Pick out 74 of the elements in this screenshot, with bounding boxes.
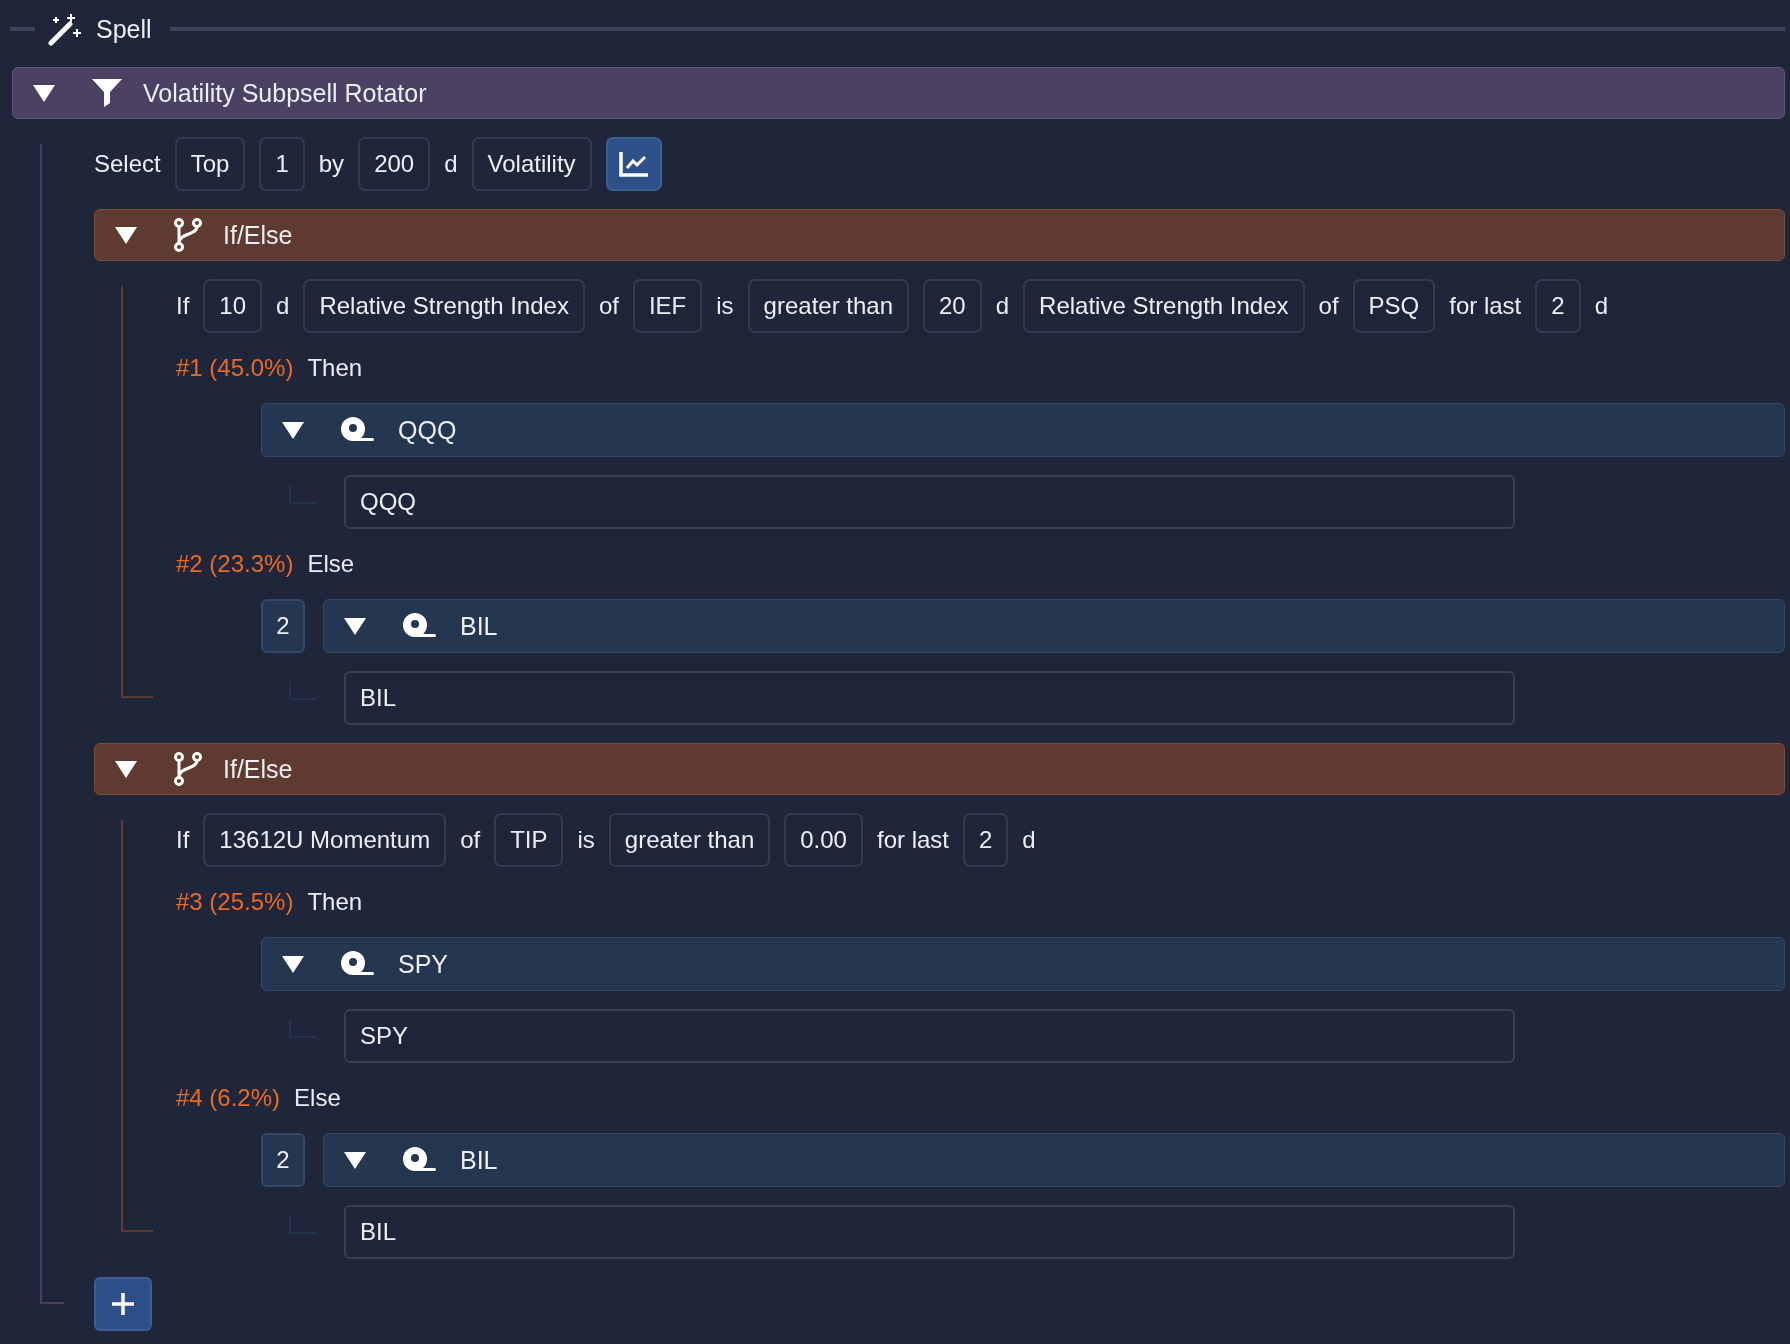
- funnel-icon: [91, 78, 123, 108]
- weight-field[interactable]: 2: [261, 599, 305, 653]
- parameter-field[interactable]: greater than: [747, 279, 909, 333]
- branch-icon: [173, 752, 203, 786]
- parameter-field[interactable]: 13612U Momentum: [203, 813, 447, 867]
- condition-word: d: [276, 292, 290, 320]
- parameter-field[interactable]: 10: [203, 279, 263, 333]
- condition-word: Select: [94, 150, 161, 178]
- asset-title: BIL: [460, 1145, 498, 1175]
- add-button[interactable]: [94, 1277, 152, 1331]
- asset-title: SPY: [398, 949, 449, 979]
- ticker-field[interactable]: BIL: [344, 1205, 1515, 1259]
- branch-label: Else: [307, 550, 355, 578]
- ticker-field[interactable]: BIL: [344, 671, 1515, 725]
- condition-word: If: [176, 292, 190, 320]
- parameter-field[interactable]: greater than: [608, 813, 771, 867]
- condition-word: d: [444, 150, 458, 178]
- branch-weight-label: #3 (25.5%): [176, 888, 294, 916]
- condition-word: is: [716, 292, 734, 320]
- parameter-field[interactable]: Relative Strength Index: [303, 279, 585, 333]
- branch-label: Then: [307, 354, 363, 382]
- ticker-field[interactable]: QQQ: [344, 475, 1515, 529]
- condition-word: If: [176, 826, 190, 854]
- parameter-field[interactable]: Relative Strength Index: [1023, 279, 1305, 333]
- caret-icon[interactable]: [31, 82, 57, 104]
- ticker-field[interactable]: SPY: [344, 1009, 1515, 1063]
- condition-word: of: [460, 826, 481, 854]
- condition-word: of: [598, 292, 619, 320]
- parameter-field[interactable]: TIP: [494, 813, 564, 867]
- condition-word: of: [1318, 292, 1339, 320]
- condition-word: by: [318, 150, 345, 178]
- condition-word: d: [995, 292, 1010, 320]
- chart-toggle[interactable]: [605, 137, 662, 191]
- roll-icon: [402, 1146, 438, 1174]
- branch-weight-label: #1 (45.0%): [176, 354, 294, 382]
- caret-icon[interactable]: [113, 224, 139, 246]
- parameter-field[interactable]: 0.00: [784, 813, 863, 867]
- branch-weight-label: #2 (23.3%): [176, 550, 294, 578]
- section-title: Spell: [96, 14, 152, 44]
- magic-wand-icon: [48, 12, 82, 46]
- caret-icon[interactable]: [280, 953, 306, 975]
- branch-weight-label: #4 (6.2%): [176, 1084, 281, 1112]
- parameter-field[interactable]: Volatility: [471, 137, 592, 191]
- parameter-field[interactable]: 200: [358, 137, 431, 191]
- branch-icon: [173, 218, 203, 252]
- branch-label: Then: [307, 888, 363, 916]
- caret-icon[interactable]: [342, 1149, 368, 1171]
- asset-title: BIL: [460, 611, 498, 641]
- caret-icon[interactable]: [280, 419, 306, 441]
- roll-icon: [340, 950, 376, 978]
- parameter-field[interactable]: IEF: [632, 279, 703, 333]
- condition-word: is: [577, 826, 595, 854]
- condition-word: d: [1594, 292, 1608, 320]
- parameter-field[interactable]: Top: [174, 137, 246, 191]
- parameter-field[interactable]: 1: [259, 137, 305, 191]
- condition-word: for last: [876, 826, 949, 854]
- parameter-field[interactable]: 2: [963, 813, 1009, 867]
- branch-label: Else: [294, 1084, 341, 1112]
- plus-icon: [111, 1292, 135, 1316]
- condition-word: for last: [1449, 292, 1522, 320]
- asset-title: QQQ: [398, 415, 457, 445]
- caret-icon[interactable]: [342, 615, 368, 637]
- block-title: If/Else: [223, 754, 293, 784]
- caret-icon[interactable]: [113, 758, 139, 780]
- roll-icon: [402, 612, 438, 640]
- weight-field[interactable]: 2: [261, 1133, 305, 1187]
- parameter-field[interactable]: 20: [923, 279, 982, 333]
- roll-icon: [340, 416, 376, 444]
- line-chart-icon: [618, 151, 649, 177]
- filter-title: Volatility Subpsell Rotator: [143, 78, 427, 108]
- parameter-field[interactable]: 2: [1535, 279, 1581, 333]
- condition-word: d: [1022, 826, 1036, 854]
- parameter-field[interactable]: PSQ: [1352, 279, 1436, 333]
- block-title: If/Else: [223, 220, 293, 250]
